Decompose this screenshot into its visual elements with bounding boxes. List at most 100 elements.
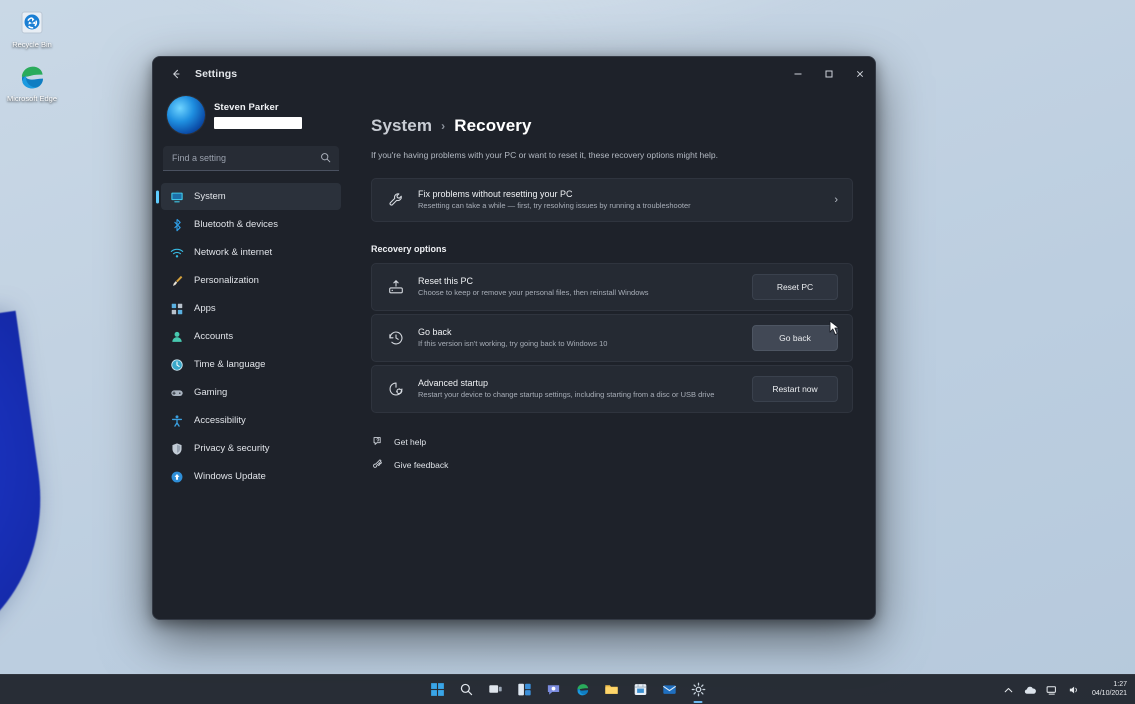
sidebar-item-label: Apps: [194, 303, 216, 314]
avatar: [167, 96, 205, 134]
sidebar-item-system[interactable]: System: [161, 183, 341, 210]
history-clock-icon: [386, 328, 406, 348]
edge-button[interactable]: [574, 681, 591, 698]
go-back-title: Go back: [418, 327, 752, 337]
fix-problems-subtitle: Resetting can take a while — first, try …: [418, 201, 826, 211]
chevron-right-icon: ›: [441, 119, 445, 133]
reset-pc-icon: [386, 277, 406, 297]
sidebar-item-accounts[interactable]: Accounts: [161, 323, 341, 350]
sidebar-item-accessibility[interactable]: Accessibility: [161, 407, 341, 434]
mail-button[interactable]: [661, 681, 678, 698]
fix-problems-text: Fix problems without resetting your PC R…: [418, 189, 826, 211]
start-button[interactable]: [429, 681, 446, 698]
give-feedback-link[interactable]: Give feedback: [371, 458, 853, 472]
wallpaper-petal: [0, 311, 62, 680]
accessibility-icon: [169, 413, 184, 428]
sidebar-item-label: Accessibility: [194, 415, 246, 426]
minimize-icon: [793, 69, 803, 79]
get-help-link[interactable]: Get help: [371, 435, 853, 449]
window-titlebar: Settings: [153, 57, 875, 90]
taskbar-search-button[interactable]: [458, 681, 475, 698]
chat-teams-button[interactable]: [545, 681, 562, 698]
widgets-button[interactable]: [516, 681, 533, 698]
back-button[interactable]: [163, 62, 189, 86]
person-icon: [169, 329, 184, 344]
sidebar: Steven Parker: [153, 90, 349, 619]
desktop-icon-microsoft-edge[interactable]: Microsoft Edge: [0, 62, 64, 104]
widgets-icon: [517, 682, 532, 697]
settings-icon: [691, 682, 706, 697]
help-question-icon: [371, 435, 385, 449]
sidebar-item-personalization[interactable]: Personalization: [161, 267, 341, 294]
fix-problems-card[interactable]: Fix problems without resetting your PC R…: [371, 178, 853, 222]
reset-this-pc-subtitle: Choose to keep or remove your personal f…: [418, 288, 752, 298]
onedrive-icon[interactable]: [1024, 684, 1037, 697]
maximize-button[interactable]: [813, 57, 844, 90]
window-body: Steven Parker: [153, 90, 875, 619]
shield-icon: [169, 441, 184, 456]
sidebar-item-gaming[interactable]: Gaming: [161, 379, 341, 406]
volume-icon[interactable]: [1068, 684, 1081, 697]
account-block[interactable]: Steven Parker: [161, 90, 341, 144]
account-name: Steven Parker: [214, 102, 302, 113]
wrench-icon: [386, 190, 406, 210]
wallpaper-glow: [60, 0, 960, 60]
clock[interactable]: 1:27 04/10/2021: [1092, 681, 1127, 699]
sidebar-item-privacy-security[interactable]: Privacy & security: [161, 435, 341, 462]
recovery-options-group: Reset this PC Choose to keep or remove y…: [371, 263, 853, 413]
file-explorer-button[interactable]: [603, 681, 620, 698]
microsoft-store-button[interactable]: [632, 681, 649, 698]
back-arrow-icon: [170, 68, 182, 80]
start-icon: [430, 682, 445, 697]
restart-now-button[interactable]: Restart now: [752, 376, 838, 402]
sidebar-item-apps[interactable]: Apps: [161, 295, 341, 322]
sidebar-item-label: System: [194, 191, 226, 202]
search-icon: [459, 682, 474, 697]
settings-button[interactable]: [690, 681, 707, 698]
reset-this-pc-card: Reset this PC Choose to keep or remove y…: [371, 263, 853, 311]
show-hidden-icons-button[interactable]: [1002, 684, 1015, 697]
monitor-icon: [169, 189, 184, 204]
close-button[interactable]: [844, 57, 875, 90]
give-feedback-label: Give feedback: [394, 460, 448, 470]
task-view-icon: [488, 682, 503, 697]
sidebar-item-time-language[interactable]: Time & language: [161, 351, 341, 378]
microsoft-store-icon: [633, 682, 648, 697]
account-email-redacted: [214, 117, 302, 129]
file-explorer-icon: [604, 682, 619, 697]
minimize-button[interactable]: [782, 57, 813, 90]
go-back-subtitle: If this version isn't working, try going…: [418, 339, 752, 349]
sidebar-item-label: Bluetooth & devices: [194, 219, 278, 230]
search-box[interactable]: [163, 146, 339, 171]
window-title: Settings: [195, 68, 237, 80]
desktop: Recycle Bin Microsoft Edge Settings: [0, 0, 1135, 704]
account-text: Steven Parker: [214, 102, 302, 129]
sidebar-item-label: Time & language: [194, 359, 265, 370]
go-back-card: Go back If this version isn't working, t…: [371, 314, 853, 362]
task-view-button[interactable]: [487, 681, 504, 698]
sidebar-nav: System Bluetooth & devices: [161, 183, 341, 490]
sidebar-item-bluetooth-devices[interactable]: Bluetooth & devices: [161, 211, 341, 238]
gamepad-icon: [169, 385, 184, 400]
recycle-bin-icon: [17, 8, 47, 38]
desktop-icon-label: Microsoft Edge: [7, 95, 57, 104]
go-back-text: Go back If this version isn't working, t…: [418, 327, 752, 349]
clock-globe-icon: [169, 357, 184, 372]
sidebar-item-network-internet[interactable]: Network & internet: [161, 239, 341, 266]
sidebar-item-windows-update[interactable]: Windows Update: [161, 463, 341, 490]
sidebar-item-label: Accounts: [194, 331, 233, 342]
main-content: System › Recovery If you're having probl…: [349, 90, 875, 619]
taskbar: 1:27 04/10/2021: [0, 674, 1135, 704]
go-back-button[interactable]: Go back: [752, 325, 838, 351]
network-icon[interactable]: [1046, 684, 1059, 697]
edge-icon: [575, 682, 590, 697]
search-input[interactable]: [163, 146, 339, 171]
window-controls: [782, 57, 875, 90]
breadcrumb: System › Recovery: [371, 116, 853, 136]
advanced-startup-card: Advanced startup Restart your device to …: [371, 365, 853, 413]
clock-time: 1:27: [1113, 681, 1127, 690]
reset-pc-button[interactable]: Reset PC: [752, 274, 838, 300]
desktop-icon-recycle-bin[interactable]: Recycle Bin: [0, 8, 64, 50]
chat-teams-icon: [546, 682, 561, 697]
breadcrumb-parent[interactable]: System: [371, 116, 432, 136]
